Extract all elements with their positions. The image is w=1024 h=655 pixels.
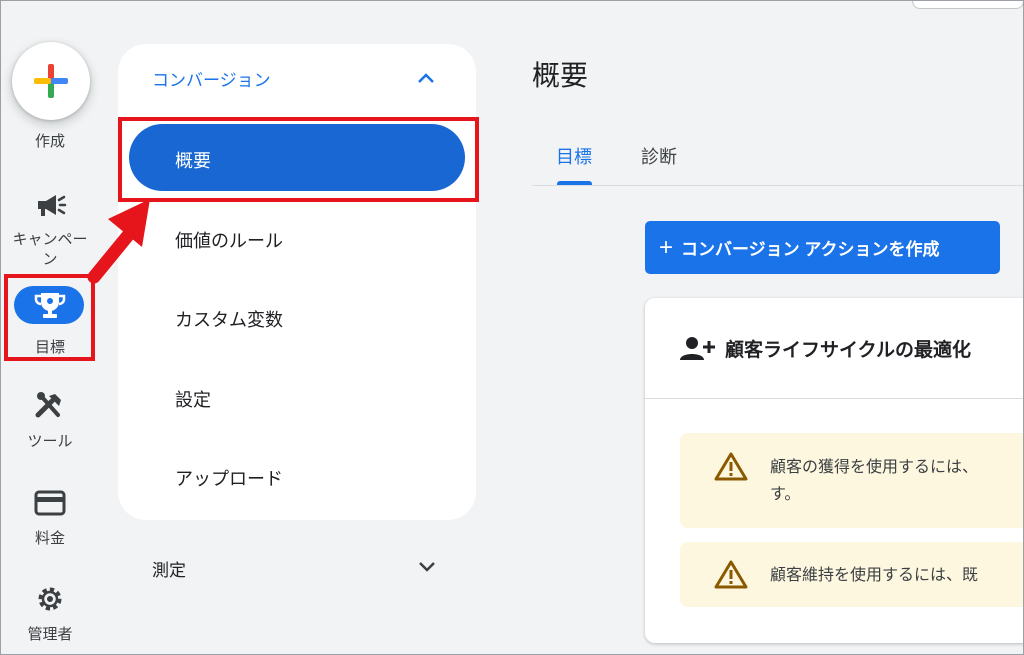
gear-icon[interactable]	[32, 584, 68, 614]
nav-item-overview[interactable]: 概要	[175, 147, 211, 173]
card-divider	[645, 398, 1024, 399]
conversions-subnav: コンバージョン 概要 価値のルール カスタム変数 設定 アップロード	[118, 44, 476, 520]
page-title: 概要	[532, 59, 589, 92]
measurement-section-title[interactable]: 測定	[152, 556, 186, 581]
warning-icon	[714, 452, 748, 481]
tabs-divider	[532, 185, 1024, 186]
billing-label[interactable]: 料金	[0, 527, 100, 548]
tab-goals[interactable]: 目標	[556, 143, 592, 169]
nav-item-custom-variables[interactable]: カスタム変数	[175, 306, 283, 332]
warning-retention: 顧客維持を使用するには、既	[680, 542, 1024, 607]
card-title: 顧客ライフサイクルの最適化	[725, 339, 972, 361]
nav-item-value-rules[interactable]: 価値のルール	[175, 227, 283, 253]
warning-acquisition-text-2: す。	[770, 484, 801, 503]
tools-icon[interactable]	[32, 391, 68, 421]
plus-icon: +	[659, 233, 674, 261]
nav-item-settings[interactable]: 設定	[175, 386, 211, 412]
conversions-section-title[interactable]: コンバージョン	[152, 66, 271, 91]
warning-acquisition-text-1: 顧客の獲得を使用するには、	[770, 457, 979, 476]
admin-label[interactable]: 管理者	[0, 623, 100, 644]
plus-icon	[34, 64, 68, 98]
navigation-rail: 作成 キャンペー ン 目標 ツール 料金 管理者	[0, 0, 100, 655]
create-conversion-action-label: コンバージョン アクションを作成	[681, 240, 940, 259]
create-label: 作成	[34, 132, 65, 150]
nav-item-uploads[interactable]: アップロード	[175, 465, 283, 491]
annotation-box-overview	[118, 117, 479, 202]
chevron-up-icon[interactable]	[417, 72, 435, 84]
chevron-down-icon[interactable]	[418, 560, 436, 572]
warning-retention-text: 顧客維持を使用するには、既	[770, 565, 979, 584]
tab-diagnostics[interactable]: 診断	[641, 143, 677, 169]
person-add-icon	[680, 337, 715, 360]
warning-icon	[714, 560, 748, 589]
create-conversion-action-button[interactable]: + コンバージョン アクションを作成	[645, 221, 1000, 274]
annotation-arrow	[87, 199, 150, 284]
create-button[interactable]	[12, 42, 90, 120]
tools-label[interactable]: ツール	[0, 430, 100, 451]
credit-card-icon[interactable]	[32, 488, 68, 518]
warning-acquisition: 顧客の獲得を使用するには、 す。	[680, 433, 1024, 528]
megaphone-icon[interactable]	[32, 190, 68, 220]
top-search-bar-edge[interactable]	[912, 0, 1024, 9]
